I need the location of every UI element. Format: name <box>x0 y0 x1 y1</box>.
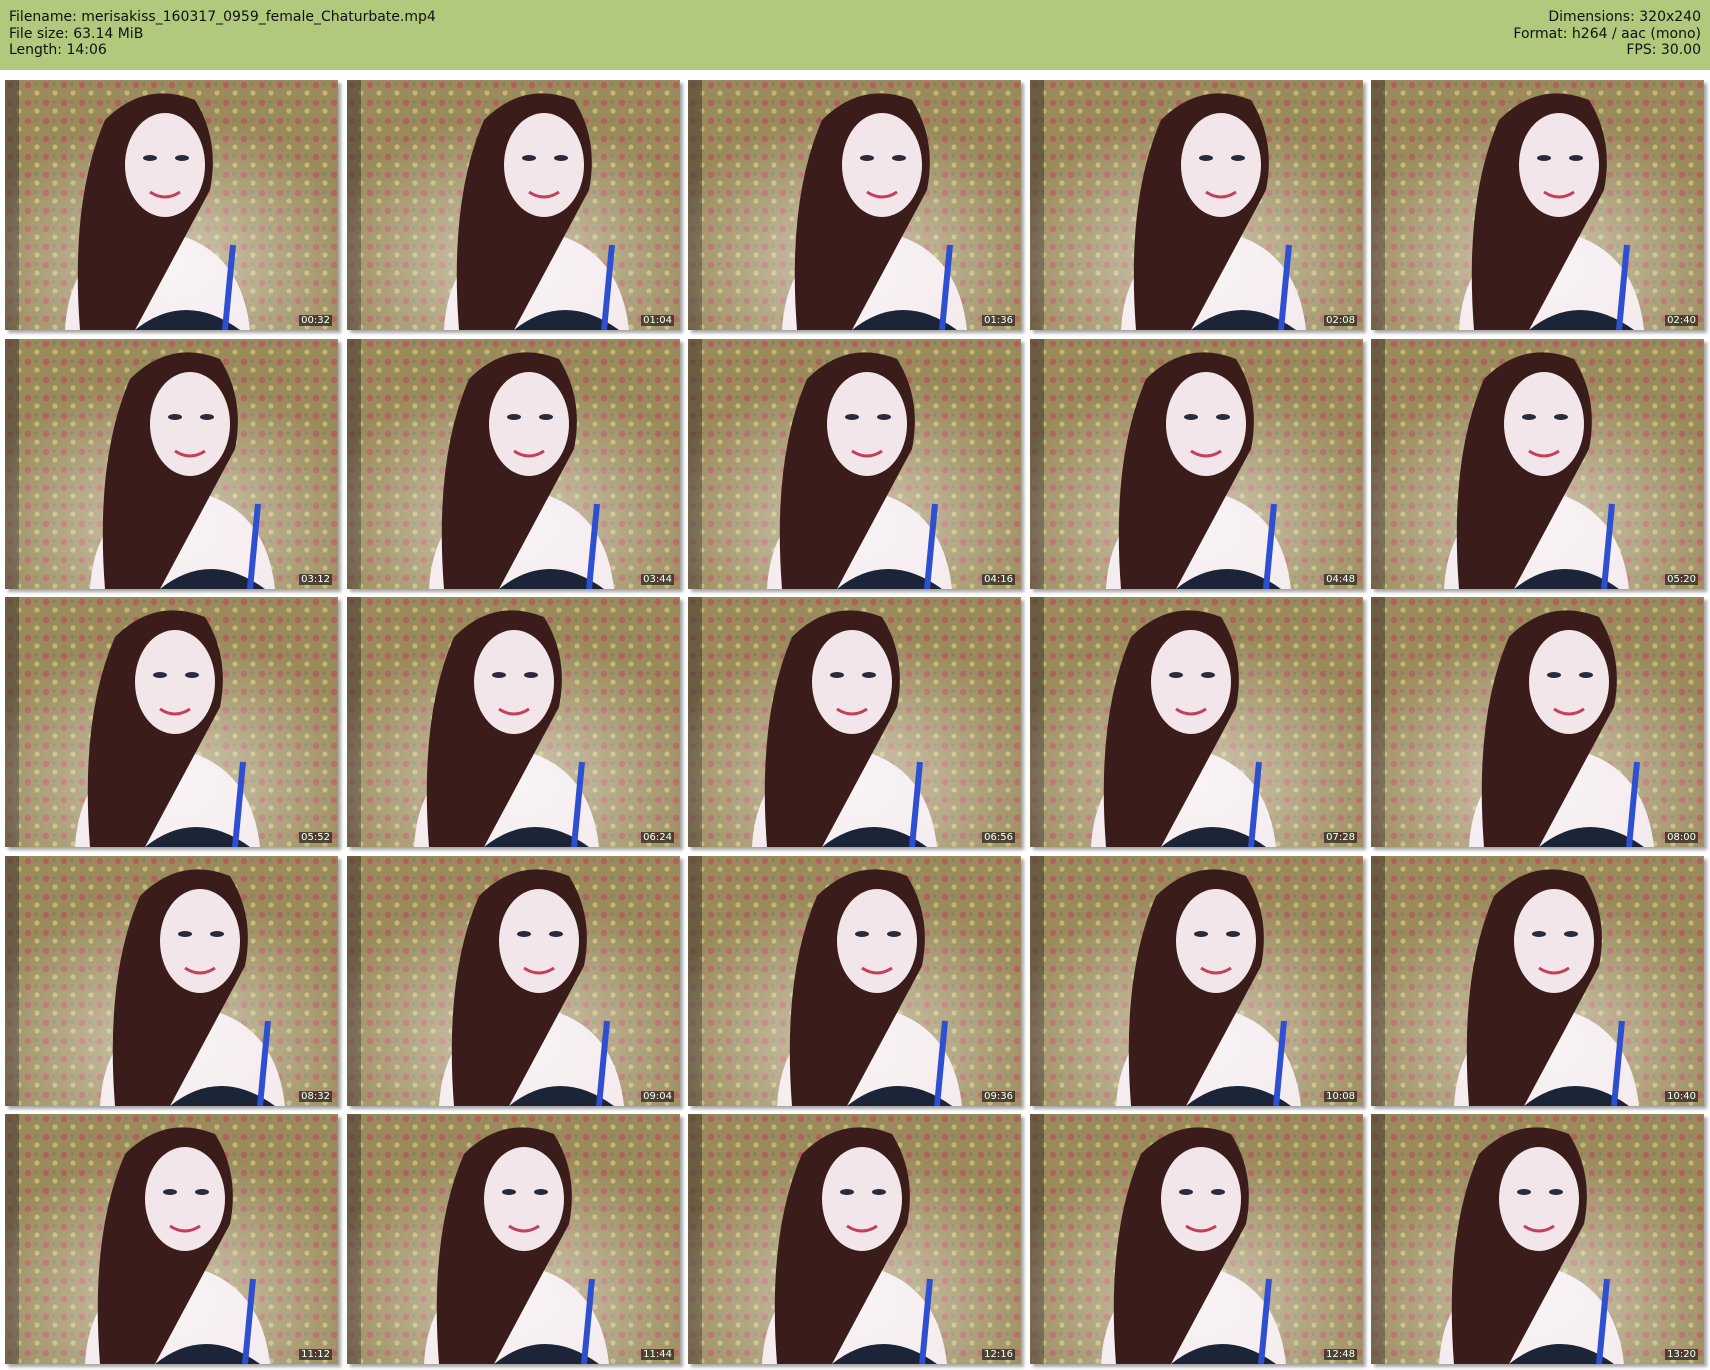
video-frame-image <box>347 80 680 330</box>
video-thumbnail: 11:44 <box>347 1114 680 1364</box>
video-frame-image <box>1030 80 1363 330</box>
video-thumbnail: 01:04 <box>347 80 680 330</box>
video-thumbnail: 13:20 <box>1371 1114 1704 1364</box>
thumbnail-timestamp: 01:04 <box>641 315 674 326</box>
thumbnail-timestamp: 02:40 <box>1665 315 1698 326</box>
video-frame-image <box>1371 80 1704 330</box>
thumbnail-timestamp: 12:16 <box>982 1349 1015 1360</box>
video-frame-image <box>1371 856 1704 1106</box>
filesize-text: File size: 63.14 MiB <box>9 25 144 42</box>
video-frame-image <box>1030 339 1363 589</box>
dimensions-text: Dimensions: 320x240 <box>1548 9 1701 25</box>
thumbnail-timestamp: 13:20 <box>1665 1349 1698 1360</box>
length-text: Length: 14:06 <box>9 42 107 58</box>
thumbnail-timestamp: 11:44 <box>641 1349 674 1360</box>
thumbnail-timestamp: 01:36 <box>982 315 1015 326</box>
video-frame-image <box>1030 597 1363 847</box>
video-frame-image <box>688 597 1021 847</box>
video-thumbnail: 05:20 <box>1371 339 1704 589</box>
video-frame-image <box>5 339 338 589</box>
thumbnail-timestamp: 03:12 <box>299 574 332 585</box>
video-thumbnail: 08:00 <box>1371 597 1704 847</box>
thumbnail-timestamp: 08:00 <box>1665 832 1698 843</box>
video-thumbnail: 02:08 <box>1030 80 1363 330</box>
video-thumbnail: 12:48 <box>1030 1114 1363 1364</box>
video-thumbnail: 03:12 <box>5 339 338 589</box>
thumbnail-timestamp: 05:52 <box>299 832 332 843</box>
video-frame-image <box>1371 339 1704 589</box>
video-frame-image <box>5 856 338 1106</box>
video-frame-image <box>1371 1114 1704 1364</box>
fps-text: FPS: 30.00 <box>1626 42 1701 58</box>
video-thumbnail: 04:48 <box>1030 339 1363 589</box>
filename-text: Filename: merisakiss_160317_0959_female_… <box>9 9 436 25</box>
thumbnail-timestamp: 06:24 <box>641 832 674 843</box>
video-frame-image <box>347 856 680 1106</box>
video-thumbnail: 08:32 <box>5 856 338 1106</box>
thumbnail-timestamp: 09:04 <box>641 1091 674 1102</box>
video-thumbnail: 06:24 <box>347 597 680 847</box>
video-frame-image <box>1371 597 1704 847</box>
thumbnail-timestamp: 12:48 <box>1324 1349 1357 1360</box>
video-thumbnail: 01:36 <box>688 80 1021 330</box>
video-frame-image <box>5 597 338 847</box>
thumbnail-timestamp: 10:08 <box>1324 1091 1357 1102</box>
video-thumbnail: 00:32 <box>5 80 338 330</box>
thumbnail-timestamp: 02:08 <box>1324 315 1357 326</box>
thumbnail-timestamp: 08:32 <box>299 1091 332 1102</box>
video-thumbnail: 11:12 <box>5 1114 338 1364</box>
video-thumbnail: 05:52 <box>5 597 338 847</box>
video-frame-image <box>1030 856 1363 1106</box>
video-frame-image <box>347 339 680 589</box>
thumbnail-timestamp: 00:32 <box>299 315 332 326</box>
thumbnail-timestamp: 10:40 <box>1665 1091 1698 1102</box>
thumbnail-timestamp: 09:36 <box>982 1091 1015 1102</box>
video-frame-image <box>1030 1114 1363 1364</box>
video-thumbnail: 04:16 <box>688 339 1021 589</box>
video-frame-image <box>688 856 1021 1106</box>
file-info-header: Filename: merisakiss_160317_0959_female_… <box>0 0 1710 70</box>
video-thumbnail: 09:36 <box>688 856 1021 1106</box>
video-frame-image <box>347 1114 680 1364</box>
thumbnail-timestamp: 06:56 <box>982 832 1015 843</box>
video-frame-image <box>347 597 680 847</box>
thumbnail-timestamp: 05:20 <box>1665 574 1698 585</box>
video-thumbnail: 09:04 <box>347 856 680 1106</box>
video-frame-image <box>688 80 1021 330</box>
video-frame-image <box>5 80 338 330</box>
video-thumbnail: 10:40 <box>1371 856 1704 1106</box>
file-info-right: Dimensions: 320x240 Format: h264 / aac (… <box>1513 9 1701 59</box>
video-thumbnail: 12:16 <box>688 1114 1021 1364</box>
thumbnail-timestamp: 04:16 <box>982 574 1015 585</box>
video-thumbnail: 06:56 <box>688 597 1021 847</box>
video-frame-image <box>688 1114 1021 1364</box>
format-text: Format: h264 / aac (mono) <box>1513 25 1701 42</box>
video-frame-image <box>688 339 1021 589</box>
thumbnail-timestamp: 03:44 <box>641 574 674 585</box>
thumbnail-timestamp: 07:28 <box>1324 832 1357 843</box>
video-thumbnail: 10:08 <box>1030 856 1363 1106</box>
thumbnail-timestamp: 11:12 <box>299 1349 332 1360</box>
video-frame-image <box>5 1114 338 1364</box>
video-thumbnail: 07:28 <box>1030 597 1363 847</box>
video-thumbnail: 03:44 <box>347 339 680 589</box>
file-info-left: Filename: merisakiss_160317_0959_female_… <box>9 9 436 59</box>
video-thumbnail: 02:40 <box>1371 80 1704 330</box>
thumbnail-timestamp: 04:48 <box>1324 574 1357 585</box>
